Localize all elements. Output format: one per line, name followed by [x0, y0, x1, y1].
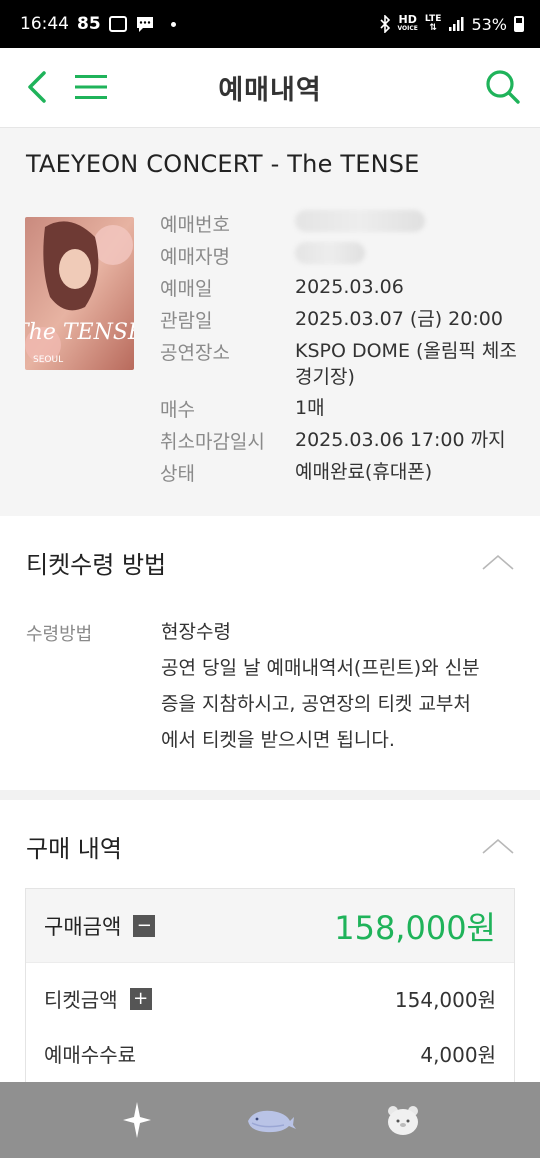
status-bar: 16:44 85 HD VOICE LTE ⇅ 53%	[0, 0, 540, 48]
receive-method-label: 수령방법	[26, 624, 93, 645]
receive-method-value: 현장수령 공연 당일 날 예매내역서(프린트)와 신분 증을 지참하시고, 공연…	[161, 621, 480, 751]
concert-poster[interactable]: The TENSE SEOUL	[25, 217, 134, 370]
back-button[interactable]	[12, 62, 62, 112]
search-icon	[486, 70, 520, 104]
purchase-total-value: 158,000원	[334, 908, 496, 947]
notification-count: 85	[77, 14, 101, 34]
info-row-booking-number: 예매번호	[160, 210, 425, 239]
ticket-receive-section: 티켓수령 방법 수령방법 현장수령 공연 당일 날 예매내역서(프린트)와 신분…	[0, 516, 540, 790]
purchase-total-label: 구매금액	[44, 914, 122, 939]
chat-icon	[136, 17, 153, 32]
booker-name-value	[295, 242, 365, 271]
bluetooth-icon	[379, 15, 390, 33]
nav-item-sparkle[interactable]	[107, 1090, 167, 1150]
reservation-card: TAEYEON CONCERT - The TENSE The TENSE SE…	[0, 128, 540, 516]
purchase-total-row: 구매금액 − 158,000원	[26, 889, 514, 963]
sparkle-icon	[122, 1102, 151, 1138]
info-row-ticket-count: 매수 1매	[160, 397, 325, 421]
ticket-receive-title: 티켓수령 방법	[26, 550, 167, 579]
info-row-venue: 공연장소 KSPO DOME (올림픽 체조 경기장)	[160, 340, 517, 388]
signal-icon	[449, 17, 464, 31]
chevron-up-icon[interactable]	[482, 552, 514, 572]
purchase-section: 구매 내역 구매금액 − 158,000원 티켓금액 + 154,000원 예매…	[0, 800, 540, 1088]
poster-city-text: SEOUL	[33, 355, 63, 365]
receive-method-row: 수령방법 현장수령 공연 당일 날 예매내역서(프린트)와 신분 증을 지참하시…	[26, 620, 516, 758]
app-header: 예매내역	[0, 48, 540, 128]
info-row-cancel-deadline: 취소마감일시 2025.03.06 17:00 까지	[160, 429, 506, 453]
hd-voice-indicator: HD VOICE	[397, 13, 418, 32]
ticket-price-row: 티켓금액 + 154,000원	[26, 971, 514, 1026]
poster-title-text: The TENSE	[25, 320, 134, 345]
lte-indicator: LTE ⇅	[424, 14, 442, 33]
bear-icon	[388, 1106, 419, 1135]
ticket-price-label: 티켓금액	[44, 988, 118, 1012]
nav-item-bear[interactable]	[373, 1090, 433, 1150]
concert-title: TAEYEON CONCERT - The TENSE	[26, 150, 420, 178]
info-row-booker-name: 예매자명	[160, 242, 365, 271]
nav-item-whale[interactable]	[240, 1090, 300, 1150]
purchase-header[interactable]: 구매 내역	[0, 800, 540, 892]
expand-toggle-button[interactable]: +	[129, 987, 152, 1010]
purchase-title: 구매 내역	[26, 834, 122, 863]
search-button[interactable]	[478, 62, 528, 112]
ticket-price-value: 154,000원	[394, 988, 496, 1012]
chevron-up-icon[interactable]	[482, 836, 514, 856]
gallery-icon	[108, 16, 127, 32]
hamburger-icon	[75, 75, 107, 99]
booking-number-value	[295, 210, 425, 239]
whale-icon	[247, 1110, 296, 1133]
chevron-left-icon	[28, 71, 46, 103]
booking-fee-label: 예매수수료	[44, 1043, 136, 1067]
notification-dot	[170, 21, 176, 27]
menu-button[interactable]	[66, 62, 116, 112]
booking-fee-value: 4,000원	[420, 1043, 496, 1067]
collapse-toggle-button[interactable]: −	[133, 914, 156, 937]
ticket-receive-header[interactable]: 티켓수령 방법	[0, 516, 540, 608]
battery-icon	[514, 16, 524, 32]
bottom-nav	[0, 1082, 540, 1158]
info-row-booking-date: 예매일 2025.03.06	[160, 276, 404, 300]
info-row-status: 상태 예매완료(휴대폰)	[160, 461, 433, 485]
purchase-breakdown: 구매금액 − 158,000원 티켓금액 + 154,000원 예매수수료 4,…	[25, 888, 515, 1088]
info-row-show-date: 관람일 2025.03.07 (금) 20:00	[160, 308, 503, 332]
booking-fee-row: 예매수수료 4,000원	[26, 1026, 514, 1081]
section-divider	[0, 790, 540, 800]
status-time: 16:44	[20, 14, 69, 34]
battery-percent: 53%	[471, 14, 507, 34]
